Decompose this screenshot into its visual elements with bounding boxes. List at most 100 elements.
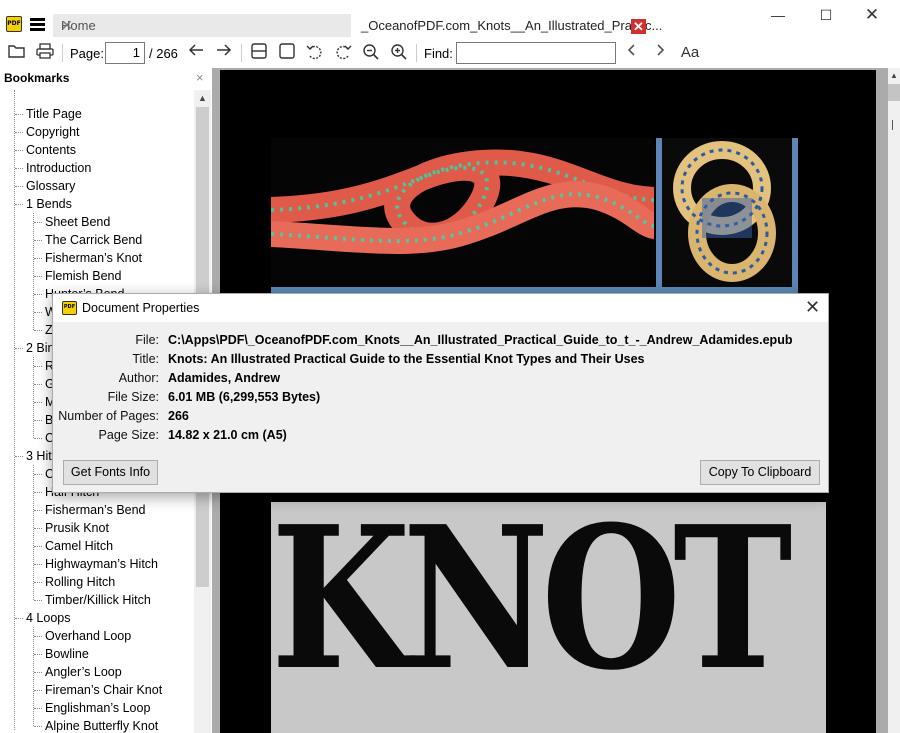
tree-branch-line bbox=[34, 240, 42, 241]
window-close-button[interactable]: ✕ bbox=[852, 4, 892, 28]
print-icon[interactable] bbox=[35, 43, 55, 63]
tree-branch-line bbox=[34, 402, 42, 403]
bookmark-item[interactable]: Camel Hitch bbox=[45, 537, 113, 555]
fit-page-icon[interactable] bbox=[277, 43, 297, 63]
fit-width-icon[interactable] bbox=[249, 43, 269, 63]
copy-to-clipboard-button[interactable]: Copy To Clipboard bbox=[700, 460, 820, 485]
bookmark-chapter[interactable]: Title Page bbox=[26, 105, 82, 123]
bookmark-chapter[interactable]: 3 Hit bbox=[26, 447, 52, 465]
tree-branch-line bbox=[15, 150, 23, 151]
document-properties-dialog: PDF Document Properties ✕ File: C:\Apps\P… bbox=[52, 293, 829, 493]
tree-branch-line bbox=[34, 420, 42, 421]
bookmark-item[interactable]: Rolling Hitch bbox=[45, 573, 115, 591]
tree-branch-line bbox=[34, 708, 42, 709]
find-next-icon[interactable] bbox=[650, 43, 670, 63]
tree-branch-line bbox=[34, 222, 42, 223]
back-arrow-icon[interactable] bbox=[186, 43, 206, 63]
bookmarks-title: Bookmarks bbox=[4, 71, 70, 85]
dialog-close-button[interactable]: ✕ bbox=[805, 297, 820, 318]
cover-title-image: KNOT bbox=[271, 484, 826, 733]
document-scroll-up-icon[interactable]: ▲ bbox=[888, 68, 900, 84]
tree-branch-line bbox=[15, 114, 23, 115]
tree-branch-line bbox=[34, 528, 42, 529]
tree-branch-line bbox=[34, 510, 42, 511]
property-label: Title: bbox=[132, 352, 159, 366]
bookmark-item[interactable]: Flemish Bend bbox=[45, 267, 121, 285]
hamburger-menu-icon[interactable] bbox=[30, 18, 45, 31]
page-number-input[interactable]: 1 bbox=[105, 42, 145, 64]
bookmark-chapter[interactable]: Introduction bbox=[26, 159, 91, 177]
bookmark-item[interactable]: Prusik Knot bbox=[45, 519, 109, 537]
rotate-left-icon[interactable] bbox=[305, 43, 325, 63]
find-label: Find: bbox=[424, 46, 453, 61]
tree-branch-line bbox=[34, 600, 42, 601]
tree-branch-line bbox=[15, 186, 23, 187]
tree-guide-line bbox=[33, 357, 34, 438]
bookmark-item[interactable]: Angler’s Loop bbox=[45, 663, 122, 681]
property-value: 6.01 MB (6,299,553 Bytes) bbox=[168, 390, 321, 404]
find-previous-icon[interactable] bbox=[622, 43, 642, 63]
tab-document[interactable]: _OceanofPDF.com_Knots__An_Illustrated_Pr… bbox=[361, 18, 662, 33]
bookmark-chapter[interactable]: Copyright bbox=[26, 123, 80, 141]
bookmark-chapter[interactable]: Contents bbox=[26, 141, 76, 159]
bookmark-item[interactable]: Overhand Loop bbox=[45, 627, 131, 645]
bookmark-item[interactable]: Fireman’s Chair Knot bbox=[45, 681, 162, 699]
page-total: / 266 bbox=[149, 46, 178, 61]
tree-branch-line bbox=[34, 492, 42, 493]
bookmark-item[interactable]: The Carrick Bend bbox=[45, 231, 142, 249]
bookmark-chapter[interactable]: 1 Bends bbox=[26, 195, 72, 213]
document-scroll-thumb[interactable] bbox=[888, 84, 900, 101]
bookmark-item[interactable]: Alpine Butterfly Knot bbox=[45, 717, 158, 733]
rotate-right-icon[interactable] bbox=[333, 43, 353, 63]
document-scrollbar[interactable]: ▲ bbox=[888, 68, 900, 733]
tree-branch-line bbox=[34, 564, 42, 565]
page-label: Page: bbox=[70, 46, 104, 61]
property-label: File: bbox=[135, 333, 159, 347]
get-fonts-info-button[interactable]: Get Fonts Info bbox=[63, 460, 158, 485]
tree-guide-line bbox=[33, 213, 34, 330]
tree-branch-line bbox=[34, 294, 42, 295]
tree-branch-line bbox=[34, 276, 42, 277]
tab-home-close-icon[interactable]: ✕ bbox=[61, 17, 345, 34]
bookmark-item[interactable]: Fisherman’s Knot bbox=[45, 249, 142, 267]
tree-branch-line bbox=[15, 618, 23, 619]
open-folder-icon[interactable] bbox=[7, 43, 27, 63]
text-options-icon[interactable]: Aa bbox=[678, 43, 702, 63]
bookmark-chapter[interactable]: 2 Bin bbox=[26, 339, 55, 357]
bookmarks-header: Bookmarks × bbox=[0, 68, 212, 88]
forward-arrow-icon[interactable] bbox=[214, 43, 234, 63]
tab-home[interactable]: Home ✕ bbox=[53, 14, 351, 37]
tree-guide-line bbox=[33, 465, 34, 600]
bookmarks-close-icon[interactable]: × bbox=[196, 70, 204, 85]
zoom-in-icon[interactable] bbox=[389, 43, 409, 63]
find-input[interactable] bbox=[456, 42, 616, 64]
tree-branch-line bbox=[34, 672, 42, 673]
tree-branch-line bbox=[15, 348, 23, 349]
cover-title-text: KNOT bbox=[271, 484, 793, 714]
title-bar: PDF Home ✕ _OceanofPDF.com_Knots__An_Ill… bbox=[0, 0, 900, 38]
scroll-position-marker bbox=[892, 120, 893, 130]
minimize-button[interactable]: — bbox=[758, 4, 798, 28]
tree-branch-line bbox=[34, 258, 42, 259]
bookmark-item[interactable]: Englishman’s Loop bbox=[45, 699, 150, 717]
property-value: C:\Apps\PDF\_OceanofPDF.com_Knots__An_Il… bbox=[168, 333, 793, 347]
tree-branch-line bbox=[34, 438, 42, 439]
maximize-button[interactable]: ☐ bbox=[806, 4, 846, 28]
bookmark-item[interactable]: Bowline bbox=[45, 645, 89, 663]
property-value: 266 bbox=[168, 409, 189, 423]
bookmark-item[interactable]: Sheet Bend bbox=[45, 213, 110, 231]
bookmark-item[interactable]: Timber/Killick Hitch bbox=[45, 591, 151, 609]
scroll-up-icon[interactable]: ▲ bbox=[194, 90, 211, 107]
bookmark-item[interactable]: Fisherman’s Bend bbox=[45, 501, 146, 519]
bookmark-item[interactable]: Highwayman’s Hitch bbox=[45, 555, 158, 573]
dialog-app-logo-icon: PDF bbox=[62, 301, 77, 315]
tree-branch-line bbox=[15, 168, 23, 169]
bookmark-chapter[interactable]: 4 Loops bbox=[26, 609, 70, 627]
tree-branch-line bbox=[34, 330, 42, 331]
app-logo-icon: PDF bbox=[6, 16, 22, 32]
tree-branch-line bbox=[34, 726, 42, 727]
zoom-out-icon[interactable] bbox=[361, 43, 381, 63]
tab-document-close-icon[interactable]: ✕ bbox=[631, 19, 646, 34]
property-value: 14.82 x 21.0 cm (A5) bbox=[168, 428, 287, 442]
bookmark-chapter[interactable]: Glossary bbox=[26, 177, 75, 195]
